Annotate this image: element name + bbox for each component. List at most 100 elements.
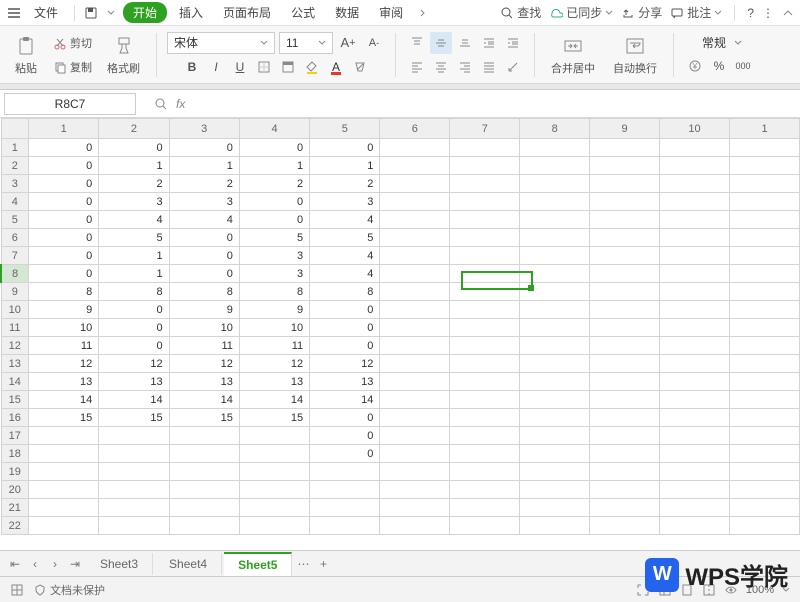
grid-cell[interactable]: 14 (99, 391, 169, 409)
decrease-indent-button[interactable] (478, 32, 500, 54)
sheet-tab-4[interactable]: Sheet4 (155, 553, 222, 575)
grid-cell[interactable] (659, 247, 729, 265)
grid-cell[interactable] (450, 211, 520, 229)
sheet-tab-3[interactable]: Sheet3 (86, 553, 153, 575)
grid-cell[interactable]: 0 (239, 193, 309, 211)
grid-cell[interactable]: 2 (239, 175, 309, 193)
grid-cell[interactable] (169, 499, 239, 517)
grid-cell[interactable] (380, 157, 450, 175)
col-header[interactable]: 9 (590, 119, 660, 139)
save-icon[interactable] (83, 5, 99, 21)
grid-cell[interactable]: 3 (99, 193, 169, 211)
grid-cell[interactable] (730, 517, 800, 535)
grid-cell[interactable] (730, 175, 800, 193)
grid-cell[interactable] (659, 319, 729, 337)
grid-cell[interactable] (310, 481, 380, 499)
bold-button[interactable]: B (181, 56, 203, 78)
grid-cell[interactable]: 1 (239, 157, 309, 175)
grid-cell[interactable]: 8 (29, 283, 99, 301)
grid-cell[interactable] (590, 157, 660, 175)
grid-cell[interactable] (450, 499, 520, 517)
grid-cell[interactable] (239, 517, 309, 535)
grid-cell[interactable]: 5 (310, 229, 380, 247)
grid-cell[interactable] (730, 427, 800, 445)
grid-cell[interactable] (380, 427, 450, 445)
fx-icon[interactable]: fx (176, 97, 185, 111)
grid-cell[interactable]: 12 (29, 355, 99, 373)
grid-cell[interactable] (450, 229, 520, 247)
grid-cell[interactable] (450, 373, 520, 391)
grid-cell[interactable]: 8 (99, 283, 169, 301)
row-header[interactable]: 18 (1, 445, 29, 463)
grid-cell[interactable] (730, 247, 800, 265)
grid-cell[interactable] (520, 481, 590, 499)
grid-cell[interactable] (520, 283, 590, 301)
row-header[interactable]: 3 (1, 175, 29, 193)
grid-cell[interactable] (730, 463, 800, 481)
paste-button[interactable]: 粘贴 (8, 32, 44, 78)
grid-cell[interactable] (380, 463, 450, 481)
fill-color-button[interactable] (301, 56, 323, 78)
grid-cell[interactable] (380, 319, 450, 337)
grid-cell[interactable] (659, 427, 729, 445)
row-header[interactable]: 6 (1, 229, 29, 247)
grid-cell[interactable] (310, 463, 380, 481)
grid-cell[interactable]: 0 (99, 319, 169, 337)
grid-cell[interactable] (659, 355, 729, 373)
grid-cell[interactable] (659, 229, 729, 247)
cell-style-button[interactable] (277, 56, 299, 78)
grid-cell[interactable] (169, 517, 239, 535)
more-tabs-icon[interactable] (415, 5, 431, 21)
grid-cell[interactable] (590, 391, 660, 409)
grid-cell[interactable] (380, 499, 450, 517)
grid-cell[interactable] (659, 445, 729, 463)
grid-cell[interactable] (590, 463, 660, 481)
grid-cell[interactable] (590, 301, 660, 319)
grid-cell[interactable] (590, 373, 660, 391)
row-header[interactable]: 15 (1, 391, 29, 409)
grid-cell[interactable] (730, 157, 800, 175)
merge-button[interactable]: 合并居中 (545, 32, 601, 78)
grid-cell[interactable]: 0 (169, 247, 239, 265)
grid-cell[interactable]: 4 (310, 265, 380, 283)
grid-cell[interactable] (450, 517, 520, 535)
fullscreen-icon[interactable] (636, 583, 650, 597)
grid-cell[interactable] (520, 301, 590, 319)
col-header[interactable]: 7 (450, 119, 520, 139)
grid-cell[interactable] (659, 175, 729, 193)
hamburger-icon[interactable] (6, 5, 22, 21)
grid-cell[interactable]: 12 (239, 355, 309, 373)
grid-cell[interactable]: 15 (239, 409, 309, 427)
grid-cell[interactable] (590, 265, 660, 283)
grid-cell[interactable]: 13 (29, 373, 99, 391)
grid-cell[interactable] (730, 499, 800, 517)
tab-nav-first-icon[interactable]: ⇤ (6, 555, 24, 573)
grid-cell[interactable]: 8 (310, 283, 380, 301)
grid-cell[interactable] (450, 409, 520, 427)
grid-cell[interactable] (730, 409, 800, 427)
grid-cell[interactable] (380, 481, 450, 499)
grid-cell[interactable] (450, 139, 520, 157)
grid-cell[interactable] (169, 445, 239, 463)
grid-cell[interactable] (730, 445, 800, 463)
grid-cell[interactable] (520, 463, 590, 481)
grid-cell[interactable]: 0 (29, 265, 99, 283)
grid-cell[interactable] (380, 373, 450, 391)
grid-cell[interactable] (520, 175, 590, 193)
grid-cell[interactable] (520, 265, 590, 283)
grid-cell[interactable]: 11 (239, 337, 309, 355)
view-page-icon[interactable] (680, 583, 694, 597)
comma-button[interactable]: 000 (732, 55, 754, 77)
font-color-button[interactable]: A (325, 56, 347, 78)
grid-cell[interactable] (380, 229, 450, 247)
clear-format-button[interactable] (349, 56, 371, 78)
row-header[interactable]: 7 (1, 247, 29, 265)
grid-cell[interactable]: 0 (310, 139, 380, 157)
align-bottom-button[interactable] (454, 32, 476, 54)
grid-cell[interactable] (590, 517, 660, 535)
align-right-button[interactable] (454, 56, 476, 78)
grid-cell[interactable]: 0 (29, 211, 99, 229)
grid-cell[interactable]: 1 (99, 247, 169, 265)
tab-add-icon[interactable]: + (314, 555, 332, 573)
grid-cell[interactable]: 3 (310, 193, 380, 211)
